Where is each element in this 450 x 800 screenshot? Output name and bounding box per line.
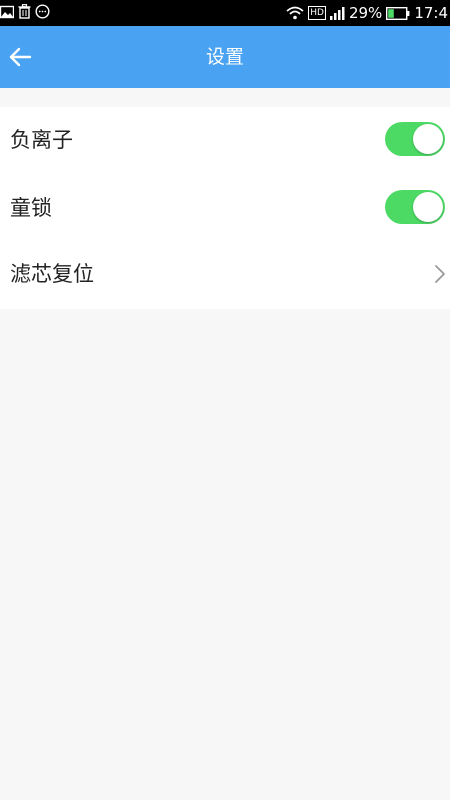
setting-row-negative-ion: 负离子 — [0, 107, 450, 173]
settings-list: 负离子 童锁 滤芯复位 — [0, 107, 450, 309]
status-time: 17:4 — [414, 4, 448, 22]
page-title: 设置 — [205, 46, 244, 68]
setting-row-child-lock: 童锁 — [0, 175, 450, 241]
signal-icon — [329, 7, 345, 20]
child-lock-toggle[interactable] — [385, 190, 445, 224]
setting-row-filter-reset[interactable]: 滤芯复位 — [0, 241, 450, 307]
chat-bubble-icon — [35, 4, 50, 19]
status-left-icons — [0, 4, 50, 19]
trash-icon — [18, 4, 31, 19]
status-right-indicators: HD 29% 17:4 — [286, 3, 448, 23]
battery-icon — [386, 6, 410, 20]
toggle-knob — [413, 124, 443, 154]
app-header: 设置 — [0, 26, 450, 88]
battery-percent: 29% — [348, 4, 383, 22]
setting-label: 童锁 — [10, 196, 52, 220]
negative-ion-toggle[interactable] — [385, 122, 445, 156]
wifi-icon — [286, 6, 304, 20]
toggle-knob — [413, 192, 443, 222]
setting-label: 负离子 — [10, 128, 73, 152]
image-icon — [0, 5, 14, 18]
chevron-right-icon — [435, 265, 445, 283]
setting-label: 滤芯复位 — [10, 262, 94, 286]
status-bar: HD 29% 17:4 — [0, 0, 450, 26]
network-hd-label: HD — [308, 6, 326, 20]
